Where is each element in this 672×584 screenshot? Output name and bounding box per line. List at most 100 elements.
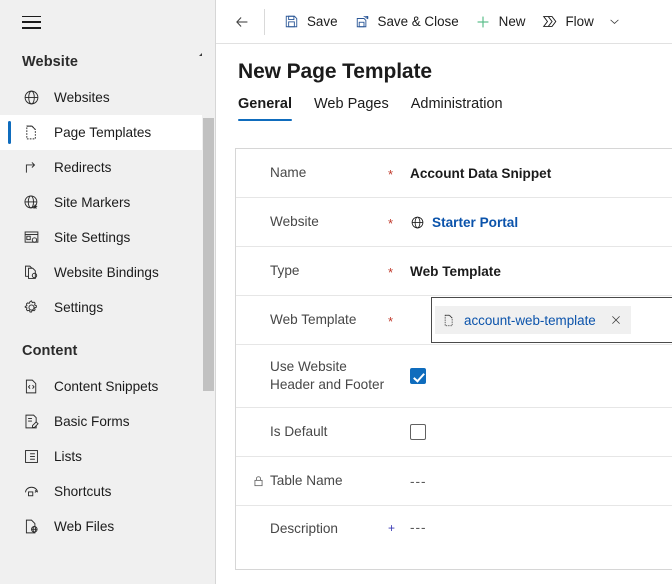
- required-marker: [388, 480, 410, 482]
- tab-list: General Web Pages Administration: [216, 84, 672, 121]
- sidebar-item-label: Lists: [54, 449, 82, 464]
- sidebar-item-label: Site Settings: [54, 230, 130, 245]
- tab-administration[interactable]: Administration: [411, 96, 503, 121]
- required-marker: *: [388, 215, 410, 230]
- basic-form-icon: [22, 413, 40, 431]
- main-content: Save Save & Close: [216, 0, 672, 584]
- save-button[interactable]: Save: [275, 6, 346, 38]
- sidebar-item-site-settings[interactable]: Site Settings: [0, 220, 215, 255]
- gear-icon: [22, 299, 40, 317]
- use-header-footer-checkbox[interactable]: [410, 368, 426, 384]
- form-row-web-template: Web Template * account-web-template: [236, 296, 672, 345]
- sidebar-item-label: Shortcuts: [54, 484, 111, 499]
- globe-icon: [22, 89, 40, 107]
- sidebar-item-content-snippets[interactable]: Content Snippets: [0, 369, 215, 404]
- field-label: Is Default: [236, 423, 388, 441]
- name-field-value[interactable]: Account Data Snippet: [410, 166, 672, 181]
- sidebar-item-label: Redirects: [54, 160, 111, 175]
- form-row-type: Type * Web Template: [236, 247, 672, 296]
- web-template-lookup-input[interactable]: account-web-template: [431, 297, 672, 343]
- page-title: New Page Template: [216, 44, 672, 84]
- save-and-close-icon: [354, 13, 371, 30]
- sidebar-item-shortcuts[interactable]: Shortcuts: [0, 474, 215, 509]
- field-label: Website: [236, 213, 388, 231]
- sidebar-item-label: Web Files: [54, 519, 114, 534]
- content-snippet-icon: [22, 378, 40, 396]
- command-bar-divider: [264, 9, 265, 35]
- field-label-wrap: Table Name: [236, 472, 388, 490]
- lookup-chip-label: account-web-template: [464, 313, 596, 328]
- form-row-use-website-header-and-footer: Use Website Header and Footer: [236, 345, 672, 408]
- form-row-table-name: Table Name ---: [236, 457, 672, 506]
- save-disk-icon: [283, 13, 300, 30]
- sidebar-item-site-markers[interactable]: Site Markers: [0, 185, 215, 220]
- sidebar-item-label: Content Snippets: [54, 379, 158, 394]
- sidebar-item-label: Page Templates: [54, 125, 151, 140]
- required-marker: [388, 431, 410, 433]
- form-row-is-default: Is Default: [236, 408, 672, 457]
- sidebar-item-websites[interactable]: Websites: [0, 80, 215, 115]
- globe-icon: [410, 215, 425, 230]
- flow-icon: [541, 13, 558, 30]
- sidebar-scroll-region: Website Websites Page Templat: [0, 44, 215, 584]
- hamburger-wrap: [0, 0, 215, 44]
- sidebar-scrollbar-thumb[interactable]: [203, 118, 214, 391]
- new-button-label: New: [499, 14, 526, 29]
- sidebar-item-website-bindings[interactable]: Website Bindings: [0, 255, 215, 290]
- sidebar-item-label: Site Markers: [54, 195, 130, 210]
- app-root: Website Websites Page Templat: [0, 0, 672, 584]
- back-button[interactable]: [226, 6, 258, 38]
- sidebar-section-website: Website: [0, 44, 215, 80]
- command-bar: Save Save & Close: [216, 0, 672, 44]
- plus-icon: [475, 13, 492, 30]
- document-icon: [442, 313, 456, 328]
- page-template-icon: [22, 124, 40, 142]
- sidebar-item-page-templates[interactable]: Page Templates: [0, 115, 215, 150]
- tab-general[interactable]: General: [238, 96, 292, 121]
- list-icon: [22, 448, 40, 466]
- sidebar-item-redirects[interactable]: Redirects: [0, 150, 215, 185]
- web-file-icon: [22, 518, 40, 536]
- field-label: Name: [236, 164, 388, 182]
- is-default-checkbox[interactable]: [410, 424, 426, 440]
- form-row-website: Website * Starter Portal: [236, 198, 672, 247]
- sidebar-item-settings[interactable]: Settings: [0, 290, 215, 325]
- close-icon[interactable]: [606, 310, 626, 330]
- required-marker: *: [388, 166, 410, 181]
- type-field-value[interactable]: Web Template: [410, 264, 672, 279]
- form-row-description: Description + ---: [236, 506, 672, 569]
- plus-marker: +: [388, 520, 410, 534]
- shortcut-icon: [22, 483, 40, 501]
- lookup-chip[interactable]: account-web-template: [435, 306, 631, 334]
- sidebar-section-content: Content: [0, 325, 215, 369]
- website-lookup-link[interactable]: Starter Portal: [432, 215, 518, 230]
- tab-web-pages[interactable]: Web Pages: [314, 96, 389, 121]
- required-marker: [388, 375, 410, 377]
- sidebar-item-basic-forms[interactable]: Basic Forms: [0, 404, 215, 439]
- field-label: Type: [236, 262, 388, 280]
- description-value[interactable]: ---: [410, 520, 672, 535]
- use-header-footer-value: [410, 368, 672, 384]
- required-marker: *: [388, 264, 410, 279]
- field-label: Web Template: [236, 311, 388, 329]
- hamburger-menu-icon[interactable]: [22, 16, 41, 29]
- save-button-label: Save: [307, 14, 338, 29]
- sidebar-item-label: Basic Forms: [54, 414, 130, 429]
- sidebar-scrollbar-track[interactable]: [202, 0, 215, 584]
- flow-button[interactable]: Flow: [533, 6, 601, 38]
- sidebar-item-label: Website Bindings: [54, 265, 159, 280]
- sidebar-item-lists[interactable]: Lists: [0, 439, 215, 474]
- chevron-down-icon[interactable]: [602, 6, 628, 38]
- globe-star-icon: [22, 194, 40, 212]
- sidebar-item-label: Websites: [54, 90, 110, 105]
- save-and-close-button[interactable]: Save & Close: [346, 6, 467, 38]
- field-label: Use Website Header and Footer: [236, 358, 388, 394]
- new-button[interactable]: New: [467, 6, 534, 38]
- sidebar-item-web-files[interactable]: Web Files: [0, 509, 215, 544]
- redirect-arrow-icon: [22, 159, 40, 177]
- lock-icon: [252, 474, 265, 488]
- form-row-name: Name * Account Data Snippet: [236, 149, 672, 198]
- flow-button-label: Flow: [565, 14, 593, 29]
- sidebar-item-label: Settings: [54, 300, 103, 315]
- required-marker: *: [388, 313, 410, 328]
